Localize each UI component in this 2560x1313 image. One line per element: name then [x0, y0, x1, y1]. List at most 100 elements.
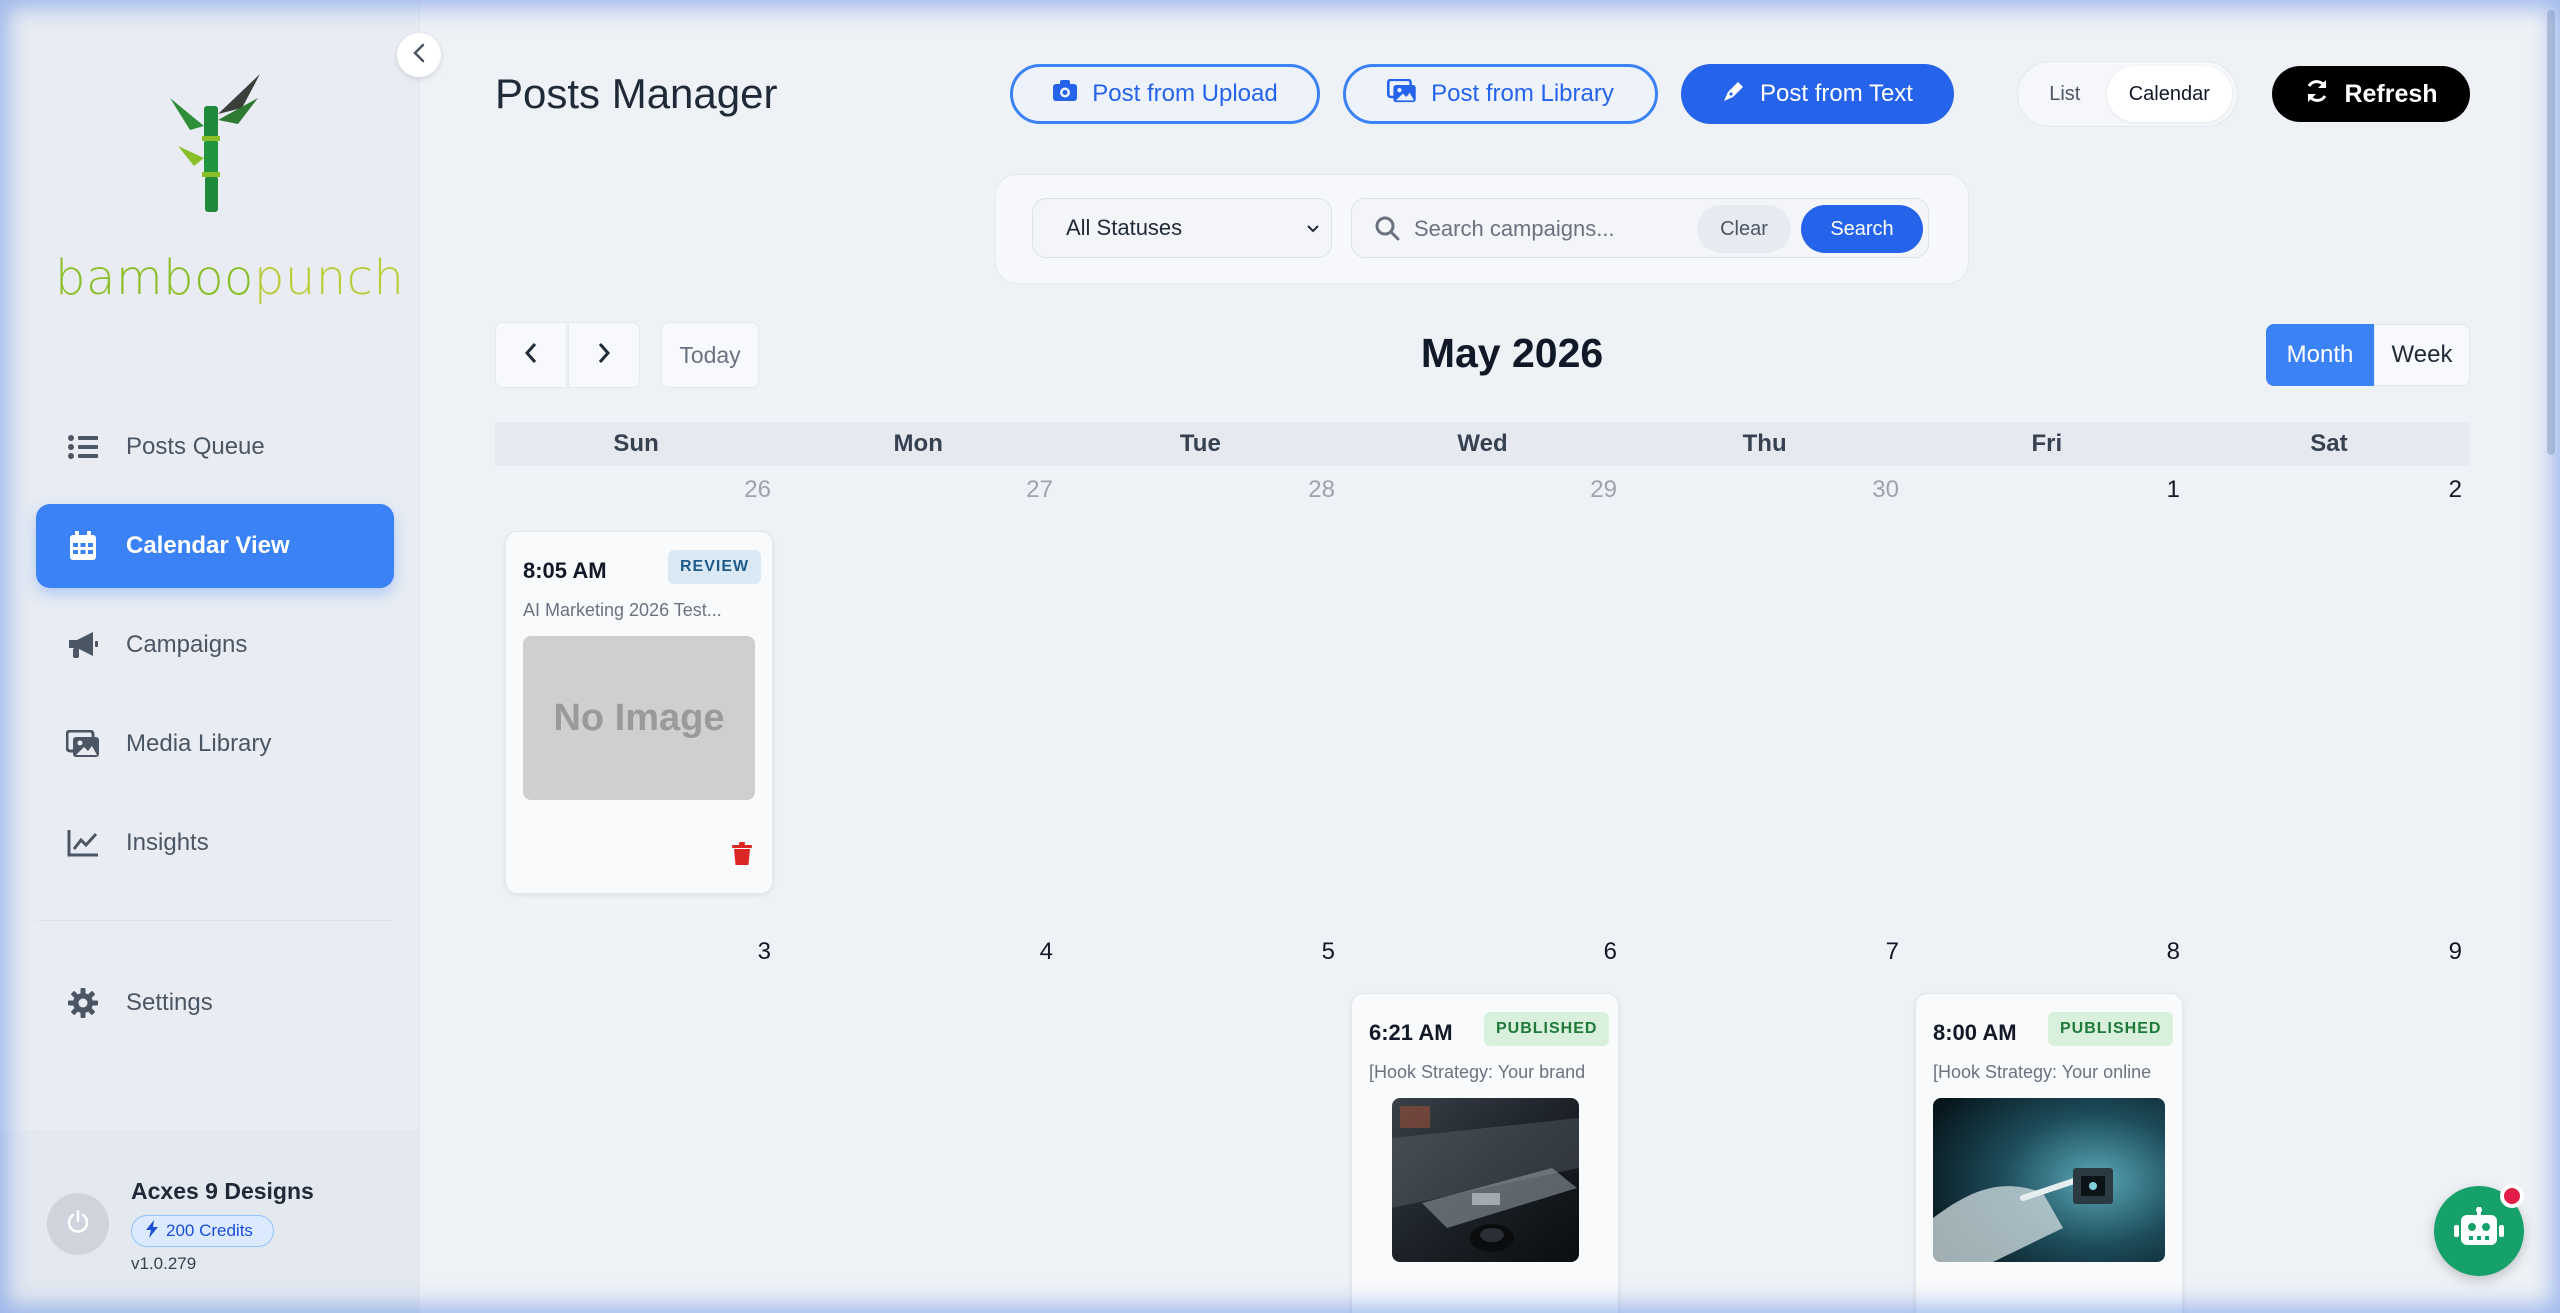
post-from-library-label: Post from Library — [1431, 80, 1614, 107]
robot-icon — [2454, 1206, 2504, 1256]
day-number[interactable]: 3 — [711, 938, 771, 966]
post-thumbnail — [1933, 1098, 2165, 1262]
status-filter-select[interactable]: All Statuses — [1032, 198, 1332, 258]
sidebar-item-calendar-view[interactable]: Calendar View — [36, 504, 394, 588]
images-icon — [1387, 78, 1417, 110]
list-icon — [66, 430, 100, 464]
post-caption: [Hook Strategy: Your online — [1933, 1062, 2152, 1082]
month-view-button[interactable]: Month — [2266, 324, 2374, 386]
chevron-left-icon — [524, 342, 538, 369]
post-caption: AI Marketing 2026 Test... — [523, 600, 722, 620]
post-time: 8:00 AM — [1933, 1020, 2017, 1045]
day-number[interactable]: 30 — [1839, 476, 1899, 504]
post-card[interactable]: 8:05 AM REVIEW AI Marketing 2026 Test...… — [505, 531, 773, 894]
sidebar-item-campaigns[interactable]: Campaigns — [36, 603, 394, 687]
weekday-thu: Thu — [1742, 430, 1787, 457]
sidebar-item-label: Settings — [126, 989, 213, 1016]
weekday-wed: Wed — [1457, 430, 1508, 457]
sidebar-item-posts-queue[interactable]: Posts Queue — [36, 405, 394, 489]
post-time: 6:21 AM — [1369, 1020, 1453, 1045]
weekday-header: Sun Mon Tue Wed Thu Fri Sat — [495, 422, 2470, 466]
notification-dot — [2500, 1184, 2524, 1208]
gear-icon — [66, 986, 100, 1020]
day-number[interactable]: 1 — [2120, 476, 2180, 504]
images-icon — [66, 727, 100, 761]
day-number[interactable]: 9 — [2402, 938, 2462, 966]
sidebar-item-label: Insights — [126, 829, 209, 856]
bolt-icon — [146, 1219, 158, 1243]
sidebar: bamboopunch Posts Queue Calendar View Ca… — [0, 0, 420, 1313]
chevron-right-icon — [597, 342, 611, 369]
camera-icon — [1052, 79, 1078, 109]
week-view-button[interactable]: Week — [2374, 324, 2470, 386]
day-number[interactable]: 26 — [711, 476, 771, 504]
page-title: Posts Manager — [495, 70, 778, 117]
day-number[interactable]: 4 — [993, 938, 1053, 966]
sidebar-item-label: Campaigns — [126, 631, 248, 658]
sidebar-item-label: Posts Queue — [126, 433, 265, 460]
trash-icon[interactable] — [732, 842, 752, 871]
user-name: Acxes 9 Designs — [131, 1178, 314, 1204]
scrollbar[interactable] — [2547, 10, 2555, 455]
status-badge: PUBLISHED — [1484, 1012, 1610, 1046]
refresh-button[interactable]: Refresh — [2272, 66, 2470, 122]
view-toggle: List Calendar — [2017, 61, 2238, 127]
day-number[interactable]: 27 — [993, 476, 1053, 504]
chart-line-icon — [66, 826, 100, 860]
sidebar-item-media-library[interactable]: Media Library — [36, 702, 394, 786]
search-button[interactable]: Search — [1801, 205, 1923, 253]
status-badge: PUBLISHED — [2048, 1012, 2174, 1046]
today-button[interactable]: Today — [661, 322, 759, 388]
sidebar-divider — [36, 920, 394, 921]
power-icon — [65, 1209, 91, 1240]
no-image-placeholder: No Image — [523, 636, 755, 800]
day-number[interactable]: 28 — [1275, 476, 1335, 504]
previous-month-button[interactable] — [495, 322, 567, 388]
sidebar-item-insights[interactable]: Insights — [36, 801, 394, 885]
list-view-option[interactable]: List — [2023, 66, 2107, 122]
next-month-button[interactable] — [568, 322, 640, 388]
calendar-view-option[interactable]: Calendar — [2106, 66, 2232, 122]
bamboo-logo-icon — [160, 68, 270, 218]
credits-label: 200 Credits — [166, 1221, 253, 1240]
post-card[interactable]: 8:00 AM PUBLISHED [Hook Strategy: Your o… — [1915, 993, 2183, 1313]
month-title: May 2026 — [1420, 330, 1604, 376]
weekday-mon: Mon — [893, 430, 943, 457]
day-number[interactable]: 8 — [2120, 938, 2180, 966]
calendar-icon — [66, 529, 100, 563]
refresh-icon — [2304, 78, 2330, 111]
day-number[interactable]: 5 — [1275, 938, 1335, 966]
weekday-sun: Sun — [613, 430, 659, 457]
post-card[interactable]: 6:21 AM PUBLISHED [Hook Strategy: Your b… — [1351, 993, 1619, 1313]
post-from-library-button[interactable]: Post from Library — [1343, 64, 1658, 124]
brand-wordmark: bamboopunch — [55, 250, 405, 306]
sidebar-item-label: Media Library — [126, 730, 272, 757]
post-from-text-label: Post from Text — [1760, 80, 1913, 107]
day-number[interactable]: 7 — [1839, 938, 1899, 966]
credits-badge: 200 Credits — [131, 1215, 274, 1247]
weekday-tue: Tue — [1179, 430, 1221, 457]
search-input[interactable] — [1414, 209, 1684, 249]
pen-icon — [1722, 79, 1746, 110]
chevron-left-icon — [413, 43, 425, 68]
day-number[interactable]: 6 — [1557, 938, 1617, 966]
refresh-label: Refresh — [2344, 79, 2438, 108]
chevron-down-icon — [1305, 217, 1321, 247]
status-badge: REVIEW — [668, 550, 762, 584]
clear-search-button[interactable]: Clear — [1697, 205, 1791, 253]
day-number[interactable]: 2 — [2402, 476, 2462, 504]
sidebar-item-label: Calendar View — [126, 532, 290, 559]
weekday-fri: Fri — [2031, 430, 2063, 457]
post-from-upload-button[interactable]: Post from Upload — [1010, 64, 1320, 124]
collapse-sidebar-button[interactable] — [397, 33, 441, 77]
weekday-sat: Sat — [2310, 430, 2348, 457]
megaphone-icon — [66, 628, 100, 662]
post-from-text-button[interactable]: Post from Text — [1681, 64, 1954, 124]
day-number[interactable]: 29 — [1557, 476, 1617, 504]
app-version: v1.0.279 — [131, 1254, 197, 1273]
post-from-upload-label: Post from Upload — [1092, 80, 1278, 107]
search-icon — [1374, 215, 1400, 246]
power-button[interactable] — [47, 1193, 109, 1255]
post-caption: [Hook Strategy: Your brand — [1369, 1062, 1586, 1082]
sidebar-item-settings[interactable]: Settings — [36, 961, 394, 1045]
